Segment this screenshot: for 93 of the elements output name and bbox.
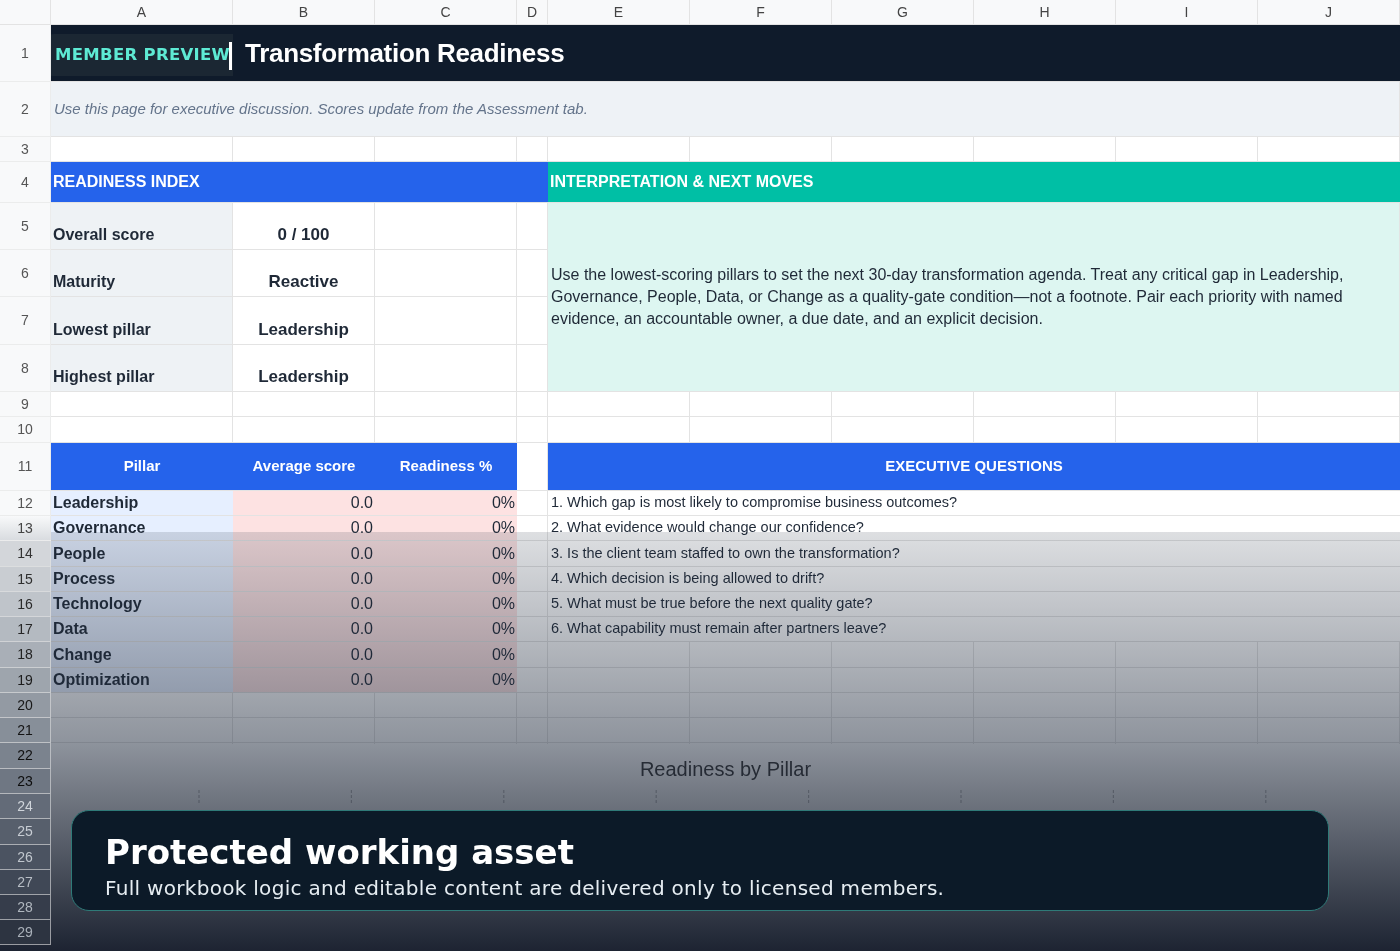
interpretation-text: Use the lowest-scoring pillars to set the next 30-day transformation agenda. Treat any critical gap in Leadership, Governance, People, Data, or Change as a quality-gate condition—not a footnote. Pair each priority with named evidence, an accountable owner, a due date, and an explicit decision. xyxy=(548,203,1400,392)
empty-cell xyxy=(517,693,548,718)
readiness-percent: 0% xyxy=(375,668,517,693)
pillar-name: Leadership xyxy=(51,491,233,516)
sheet-title: Transformation Readiness xyxy=(245,36,565,70)
row-number: 25 xyxy=(0,819,51,845)
section-header: INTERPRETATION & NEXT MOVES xyxy=(548,162,1400,203)
row-number: 9 xyxy=(0,392,51,417)
metric-label: Highest pillar xyxy=(51,345,233,392)
metric-label: Maturity xyxy=(51,250,233,297)
readiness-percent: 0% xyxy=(375,567,517,592)
column-header: G xyxy=(832,0,974,25)
row-number: 21 xyxy=(0,718,51,743)
average-score: 0.0 xyxy=(233,567,375,592)
empty-cell xyxy=(517,718,548,743)
notice-title: Protected working asset xyxy=(105,831,575,874)
average-score: 0.0 xyxy=(233,491,375,516)
row-number: 1 xyxy=(0,25,51,82)
column-header: B xyxy=(233,0,375,25)
column-header: D xyxy=(517,0,548,25)
column-heading: Average score xyxy=(233,443,375,491)
readiness-percent: 0% xyxy=(375,541,517,567)
readiness-percent: 0% xyxy=(375,516,517,541)
instruction-banner: Use this page for executive discussion. Scores update from the Assessment tab. xyxy=(51,82,1400,137)
readiness-percent: 0% xyxy=(375,491,517,516)
column-header: I xyxy=(1116,0,1258,25)
pillar-name: People xyxy=(51,541,233,567)
row-number: 14 xyxy=(0,541,51,567)
row-number: 18 xyxy=(0,642,51,668)
row-number: 26 xyxy=(0,845,51,870)
column-header: F xyxy=(690,0,832,25)
empty-cell xyxy=(517,417,548,443)
pillar-name: Process xyxy=(51,567,233,592)
average-score: 0.0 xyxy=(233,592,375,617)
row-number: 12 xyxy=(0,491,51,516)
average-score: 0.0 xyxy=(233,642,375,668)
row-number: 22 xyxy=(0,743,51,769)
pillar-name: Data xyxy=(51,617,233,642)
row-number: 13 xyxy=(0,516,51,541)
row-number: 29 xyxy=(0,920,51,945)
metric-label: Overall score xyxy=(51,203,233,250)
metric-label: Lowest pillar xyxy=(51,297,233,345)
row-number: 23 xyxy=(0,769,51,794)
row-number: 7 xyxy=(0,297,51,345)
row-number: 8 xyxy=(0,345,51,392)
row-number: 11 xyxy=(0,443,51,491)
row-number: 16 xyxy=(0,592,51,617)
pillar-name: Governance xyxy=(51,516,233,541)
column-header: E xyxy=(548,0,690,25)
readiness-percent: 0% xyxy=(375,592,517,617)
average-score: 0.0 xyxy=(233,516,375,541)
row-number: 24 xyxy=(0,794,51,819)
row-number: 17 xyxy=(0,617,51,642)
row-number: 6 xyxy=(0,250,51,297)
row-number: 10 xyxy=(0,417,51,443)
row-number: 28 xyxy=(0,895,51,920)
column-header: H xyxy=(974,0,1116,25)
pillar-name: Change xyxy=(51,642,233,668)
section-header: EXECUTIVE QUESTIONS xyxy=(548,443,1400,491)
metric-value: 0 / 100 xyxy=(233,203,375,250)
empty-cell xyxy=(517,250,548,297)
column-header: A xyxy=(51,0,233,25)
pillar-name: Optimization xyxy=(51,668,233,693)
empty-cell xyxy=(517,345,548,392)
metric-value: Leadership xyxy=(233,297,375,345)
sheet-corner xyxy=(0,0,51,25)
row-number: 4 xyxy=(0,162,51,203)
column-header: C xyxy=(375,0,517,25)
row-number: 3 xyxy=(0,137,51,162)
pillar-name: Technology xyxy=(51,592,233,617)
chart-title: Readiness by Pillar xyxy=(638,757,813,782)
empty-cell xyxy=(517,297,548,345)
readiness-percent: 0% xyxy=(375,617,517,642)
column-heading: Pillar xyxy=(51,443,233,491)
metric-value: Reactive xyxy=(233,250,375,297)
average-score: 0.0 xyxy=(233,617,375,642)
section-header: READINESS INDEX xyxy=(51,162,548,203)
question-text: 1. Which gap is most likely to compromise business outcomes? xyxy=(548,491,1400,516)
row-number: 2 xyxy=(0,82,51,137)
question-text: 2. What evidence would change our confidence? xyxy=(548,516,1400,541)
column-header: J xyxy=(1258,0,1400,25)
row-number: 15 xyxy=(0,567,51,592)
empty-cell xyxy=(517,392,548,417)
column-heading: Readiness % xyxy=(375,443,517,491)
row-number: 19 xyxy=(0,668,51,693)
metric-value: Leadership xyxy=(233,345,375,392)
row-number: 27 xyxy=(0,870,51,895)
notice-text: Full workbook logic and editable content are delivered only to licensed members. xyxy=(105,875,946,901)
average-score: 0.0 xyxy=(233,541,375,567)
row-number: 20 xyxy=(0,693,51,718)
row-number: 5 xyxy=(0,203,51,250)
readiness-percent: 0% xyxy=(375,642,517,668)
average-score: 0.0 xyxy=(233,668,375,693)
